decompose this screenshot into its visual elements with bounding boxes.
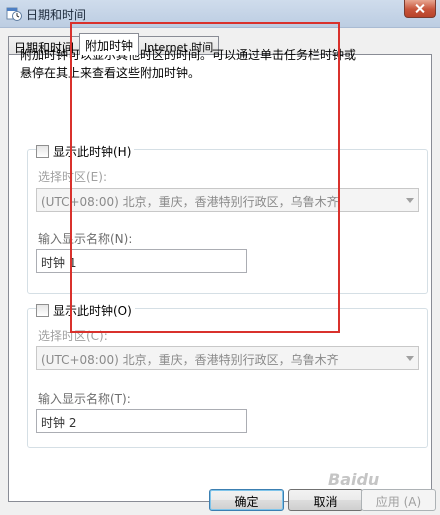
clock-calendar-icon — [6, 7, 22, 21]
clock1-timezone-select[interactable]: (UTC+08:00) 北京，重庆，香港特别行政区，乌鲁木齐 — [36, 188, 419, 212]
tab-additional-clocks[interactable]: 附加时钟 — [79, 33, 140, 55]
clock1-timezone-value: (UTC+08:00) 北京，重庆，香港特别行政区，乌鲁木齐 — [41, 195, 339, 209]
title-bar: 日期和时间 — [0, 0, 440, 28]
clock2-timezone-value: (UTC+08:00) 北京，重庆，香港特别行政区，乌鲁木齐 — [41, 353, 339, 367]
clock1-show-label: 显示此时钟(H) — [53, 145, 132, 159]
clock2-timezone-label: 选择时区(C): — [38, 329, 108, 343]
clock1-show-row[interactable]: 显示此时钟(H) — [36, 143, 135, 160]
clock2-show-checkbox[interactable] — [36, 304, 49, 317]
watermark: Baidu — [328, 470, 380, 489]
clock2-name-label: 输入显示名称(T): — [38, 392, 131, 406]
clock2-show-row[interactable]: 显示此时钟(O) — [36, 302, 135, 319]
cancel-button[interactable]: 取消 — [288, 489, 363, 511]
ok-button[interactable]: 确定 — [209, 489, 284, 511]
chevron-down-icon — [406, 356, 414, 361]
close-button[interactable] — [404, 0, 436, 18]
chevron-down-icon — [406, 198, 414, 203]
clock2-name-input[interactable]: 时钟 2 — [36, 409, 247, 433]
clock1-name-input[interactable]: 时钟 1 — [36, 249, 247, 273]
window-title: 日期和时间 — [26, 8, 87, 22]
description-text: 附加时钟可以显示其他时区的时间。可以通过单击任务栏时钟或悬停在其上来查看这些附加… — [20, 48, 357, 80]
clock1-name-label: 输入显示名称(N): — [38, 232, 133, 246]
apply-button[interactable]: 应用 (A) — [361, 489, 436, 511]
clock1-timezone-label: 选择时区(E): — [38, 170, 107, 184]
clock1-show-checkbox[interactable] — [36, 145, 49, 158]
clock2-show-label: 显示此时钟(O) — [53, 304, 132, 318]
clock2-timezone-select[interactable]: (UTC+08:00) 北京，重庆，香港特别行政区，乌鲁木齐 — [36, 346, 419, 370]
